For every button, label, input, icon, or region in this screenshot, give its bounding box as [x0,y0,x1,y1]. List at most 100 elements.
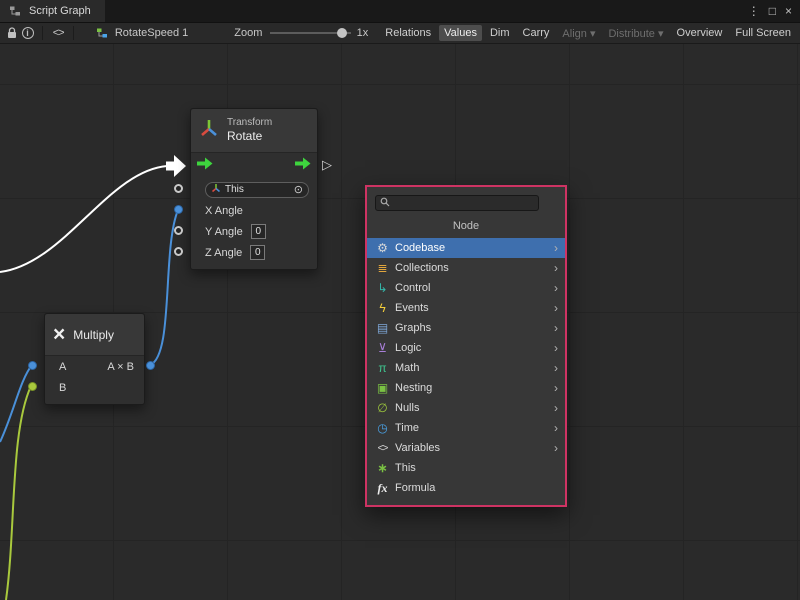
align-dropdown-button: Align ▾ [557,25,600,42]
finder-item-label: Variables [395,442,440,454]
wire-multiply-to-xangle[interactable] [150,210,178,365]
flow-input-arrow-icon[interactable] [197,157,213,175]
this-icon: ∗ [375,461,390,475]
window-tab-bar: Script Graph ⋮ □ × [0,0,800,22]
z-angle-value-field[interactable]: 0 [250,245,265,260]
wire-control-input[interactable] [0,166,167,272]
finder-item-variables[interactable]: <> Variables › [367,438,565,458]
chevron-right-icon: › [554,421,558,435]
finder-item-nesting[interactable]: ▣ Nesting › [367,378,565,398]
finder-item-label: This [395,462,416,474]
list-icon: ≣ [375,261,390,275]
finder-item-codebase[interactable]: ⚙ Codebase › [367,238,565,258]
chevron-right-icon: › [554,401,558,415]
zoom-slider[interactable] [270,32,350,34]
port-multiply-a[interactable] [28,361,37,370]
chevron-right-icon: › [554,281,558,295]
z-angle-label: Z Angle [205,247,242,259]
zoom-value: 1x [357,27,369,39]
values-button[interactable]: Values [439,25,482,41]
node-multiply-header[interactable]: × Multiply [45,314,144,356]
y-angle-value-field[interactable]: 0 [251,224,266,239]
close-button[interactable]: × [785,4,792,18]
graph-breadcrumb[interactable]: RotateSpeed 1 [93,24,188,42]
y-angle-label: Y Angle [205,226,243,238]
graph-toolbar: i <> RotateSpeed 1 Zoom 1x Relations Val… [0,22,800,44]
relations-button[interactable]: Relations [380,25,436,41]
fullscreen-button[interactable]: Full Screen [730,25,796,41]
finder-item-label: Control [395,282,430,294]
finder-item-logic[interactable]: ⊻ Logic › [367,338,565,358]
wire-into-multiply-a[interactable] [0,365,32,442]
info-button[interactable]: i [20,24,36,42]
transform-axes-mini-icon [211,183,221,196]
output-label: A × B [107,361,134,373]
finder-item-formula[interactable]: fx Formula [367,478,565,498]
lock-button[interactable] [4,24,20,42]
port-this[interactable] [174,184,183,193]
flow-output-arrow-icon[interactable] [295,157,311,175]
chevron-right-icon: › [554,341,558,355]
finder-item-label: Logic [395,342,421,354]
port-z-angle[interactable] [174,247,183,256]
maximize-button[interactable]: □ [769,4,776,18]
gear-icon: ⚙ [375,241,390,255]
port-row-x-angle: X Angle [191,200,317,221]
distribute-dropdown-button: Distribute ▾ [603,25,668,42]
node-transform-rotate[interactable]: Transform Rotate This [190,108,318,270]
node-category-label: Transform [227,117,272,130]
angle-brackets-icon: <> [375,443,390,454]
folder-icon: ▤ [375,321,390,335]
nested-squares-icon: ▣ [375,381,390,395]
port-row-this: This ⊙ [191,179,317,200]
port-multiply-output[interactable] [146,361,155,370]
finder-item-nulls[interactable]: ∅ Nulls › [367,398,565,418]
logic-icon: ⊻ [375,341,390,355]
carry-button[interactable]: Carry [518,25,555,41]
finder-item-math[interactable]: π Math › [367,358,565,378]
window-menu-button[interactable]: ⋮ [748,4,760,18]
chevron-right-icon: › [554,381,558,395]
node-multiply[interactable]: × Multiply A A × B B [44,313,145,405]
zoom-slider-handle[interactable] [337,28,347,38]
overview-button[interactable]: Overview [672,25,728,41]
finder-item-collections[interactable]: ≣ Collections › [367,258,565,278]
finder-item-control[interactable]: ↳ Control › [367,278,565,298]
finder-item-graphs[interactable]: ▤ Graphs › [367,318,565,338]
port-x-angle[interactable] [174,205,183,214]
formula-icon: fx [375,481,390,496]
finder-search-box[interactable] [375,195,539,211]
node-search-input[interactable] [394,196,536,210]
finder-item-time[interactable]: ◷ Time › [367,418,565,438]
dim-button[interactable]: Dim [485,25,515,41]
finder-item-events[interactable]: ϟ Events › [367,298,565,318]
node-title: Rotate [227,129,272,144]
lightning-icon: ϟ [375,301,390,315]
toolbar-divider [42,26,43,40]
info-icon: i [22,27,34,39]
port-multiply-b[interactable] [28,382,37,391]
finder-item-this[interactable]: ∗ This [367,458,565,478]
port-row-z-angle: Z Angle 0 [191,242,317,263]
clock-icon: ◷ [375,421,390,435]
port-row-a: A A × B [45,356,144,377]
graph-canvas[interactable]: Transform Rotate This [0,44,800,600]
target-picker-icon[interactable]: ⊙ [294,183,303,196]
chevron-right-icon: › [554,301,558,315]
search-icon [380,194,390,212]
port-y-angle[interactable] [174,226,183,235]
finder-list: ⚙ Codebase › ≣ Collections › ↳ Control ›… [367,238,565,498]
collapse-ports-button[interactable]: <> [50,24,66,42]
finder-item-label: Events [395,302,429,314]
chevron-right-icon: › [554,261,558,275]
node-transform-rotate-header[interactable]: Transform Rotate [191,109,317,153]
wire-control-arrowhead [166,155,186,177]
finder-item-label: Formula [395,482,435,494]
this-target-dropdown[interactable]: This ⊙ [205,182,309,198]
tab-script-graph[interactable]: Script Graph [0,0,105,22]
next-flow-triangle-icon: ▷ [322,158,332,172]
chevron-right-icon: › [554,321,558,335]
input-b-label: B [59,382,66,394]
branch-icon: ↳ [375,281,390,295]
graph-ref-label: RotateSpeed 1 [115,27,188,39]
